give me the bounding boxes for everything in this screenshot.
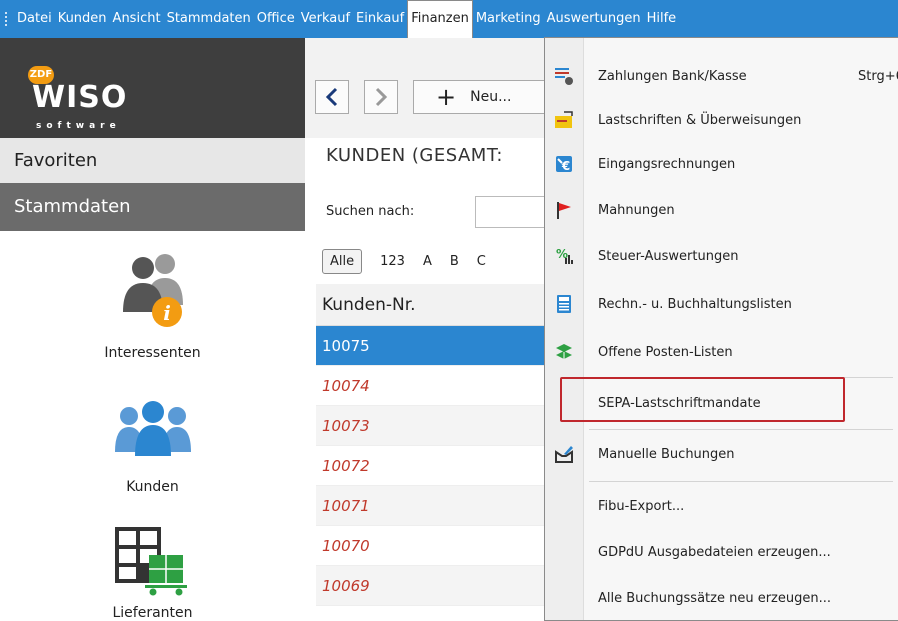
bank-payments-icon [553, 65, 575, 87]
menu-item-label: Rechn.- u. Buchhaltungslisten [598, 296, 792, 312]
dropdown-separator [589, 481, 893, 482]
direct-debit-icon [553, 109, 575, 131]
red-flag-icon [553, 199, 575, 221]
nav-stammdaten[interactable]: Stammdaten [0, 183, 305, 231]
forward-button[interactable] [364, 80, 398, 114]
menu-datei[interactable]: Datei [14, 0, 55, 38]
menu-item-lastschriften[interactable]: Lastschriften & Überweisungen [545, 98, 898, 142]
calculator-icon [553, 293, 575, 315]
sidebar-item-lieferanten[interactable]: Lieferanten [0, 605, 305, 621]
sidebar-item-interessenten[interactable]: Interessenten [0, 345, 305, 361]
svg-text:€: € [561, 159, 570, 173]
search-input[interactable] [475, 196, 555, 228]
finanzen-dropdown: Zahlungen Bank/Kasse Strg+6 Lastschrifte… [544, 37, 898, 621]
menu-office[interactable]: Office [254, 0, 298, 38]
filter-c[interactable]: C [477, 254, 486, 269]
menu-item-label: GDPdU Ausgabedateien erzeugen... [598, 544, 831, 560]
back-button[interactable] [315, 80, 349, 114]
table-row[interactable]: 10069 [316, 566, 545, 606]
page-title: KUNDEN (GESAMT: [326, 145, 503, 166]
menu-item-offene-posten[interactable]: Offene Posten-Listen [545, 330, 898, 374]
menu-item-buchungssaetze[interactable]: Alle Buchungssätze neu erzeugen... [545, 576, 898, 620]
menu-item-label: Mahnungen [598, 202, 675, 218]
new-button[interactable]: + Neu... [413, 80, 553, 114]
table-row[interactable]: 10075 [316, 326, 545, 366]
filter-a[interactable]: A [423, 254, 432, 269]
menu-verkauf[interactable]: Verkauf [298, 0, 353, 38]
menu-hilfe[interactable]: Hilfe [644, 0, 680, 38]
menu-item-zahlungen[interactable]: Zahlungen Bank/Kasse Strg+6 [545, 54, 898, 98]
menu-finanzen[interactable]: Finanzen [407, 0, 473, 38]
menu-item-gdpdu[interactable]: GDPdU Ausgabedateien erzeugen... [545, 530, 898, 574]
menubar-grip[interactable] [5, 12, 7, 26]
chevron-right-icon [375, 87, 388, 107]
logo-brand: WISO [32, 80, 128, 115]
svg-text:i: i [163, 301, 171, 325]
table-row[interactable]: 10070 [316, 526, 545, 566]
prospects-icon[interactable]: i [117, 250, 187, 330]
table-row[interactable]: 10073 [316, 406, 545, 446]
menu-einkauf[interactable]: Einkauf [353, 0, 407, 38]
sidebar-item-kunden[interactable]: Kunden [0, 479, 305, 495]
customers-icon[interactable] [115, 400, 191, 460]
alpha-filter: Alle 123 A B C [322, 246, 504, 276]
manual-booking-icon [553, 443, 575, 465]
customer-table: 10075 10074 10073 10072 10071 10070 1006… [316, 326, 545, 606]
menu-item-label: Eingangsrechnungen [598, 156, 736, 172]
table-row[interactable]: 10074 [316, 366, 545, 406]
table-row[interactable]: 10071 [316, 486, 545, 526]
dropdown-separator [589, 429, 893, 430]
new-button-label: Neu... [470, 89, 512, 105]
suppliers-icon[interactable] [115, 525, 195, 597]
menu-item-label: Alle Buchungssätze neu erzeugen... [598, 590, 831, 606]
filter-123[interactable]: 123 [380, 254, 405, 269]
menu-item-label: Manuelle Buchungen [598, 446, 735, 462]
menu-item-mahnungen[interactable]: Mahnungen [545, 188, 898, 232]
menu-item-label: Steuer-Auswertungen [598, 248, 739, 264]
open-items-icon [553, 341, 575, 363]
menu-kunden[interactable]: Kunden [55, 0, 110, 38]
filter-b[interactable]: B [450, 254, 459, 269]
menu-item-buchhaltungslisten[interactable]: Rechn.- u. Buchhaltungslisten [545, 282, 898, 326]
filter-alle[interactable]: Alle [322, 248, 363, 274]
menu-item-eingangsrechnungen[interactable]: € Eingangsrechnungen [545, 142, 898, 186]
shortcut-label: Strg+6 [858, 68, 898, 84]
plus-icon: + [436, 83, 457, 111]
menu-item-manuelle-buchungen[interactable]: Manuelle Buchungen [545, 432, 898, 476]
menu-item-steuer[interactable]: % Steuer-Auswertungen [545, 234, 898, 278]
menu-item-label: Zahlungen Bank/Kasse [598, 68, 747, 84]
table-row[interactable]: 10072 [316, 446, 545, 486]
column-header-kunden-nr[interactable]: Kunden-Nr. [316, 284, 545, 326]
menu-auswertungen[interactable]: Auswertungen [544, 0, 644, 38]
search-label: Suchen nach: [326, 204, 415, 219]
tax-report-icon: % [553, 245, 575, 267]
nav-favoriten[interactable]: Favoriten [0, 138, 305, 183]
menu-item-fibu-export[interactable]: Fibu-Export... [545, 484, 898, 528]
highlight-box [560, 377, 845, 422]
incoming-invoice-icon: € [553, 153, 575, 175]
logo-subtitle: software [36, 121, 121, 131]
menu-stammdaten[interactable]: Stammdaten [164, 0, 254, 38]
menu-item-label: Lastschriften & Überweisungen [598, 112, 802, 128]
menu-marketing[interactable]: Marketing [473, 0, 544, 38]
menu-bar: Datei Kunden Ansicht Stammdaten Office V… [0, 0, 898, 38]
chevron-left-icon [325, 87, 338, 107]
menu-item-label: Offene Posten-Listen [598, 344, 733, 360]
menu-ansicht[interactable]: Ansicht [110, 0, 164, 38]
menu-item-label: Fibu-Export... [598, 498, 685, 514]
